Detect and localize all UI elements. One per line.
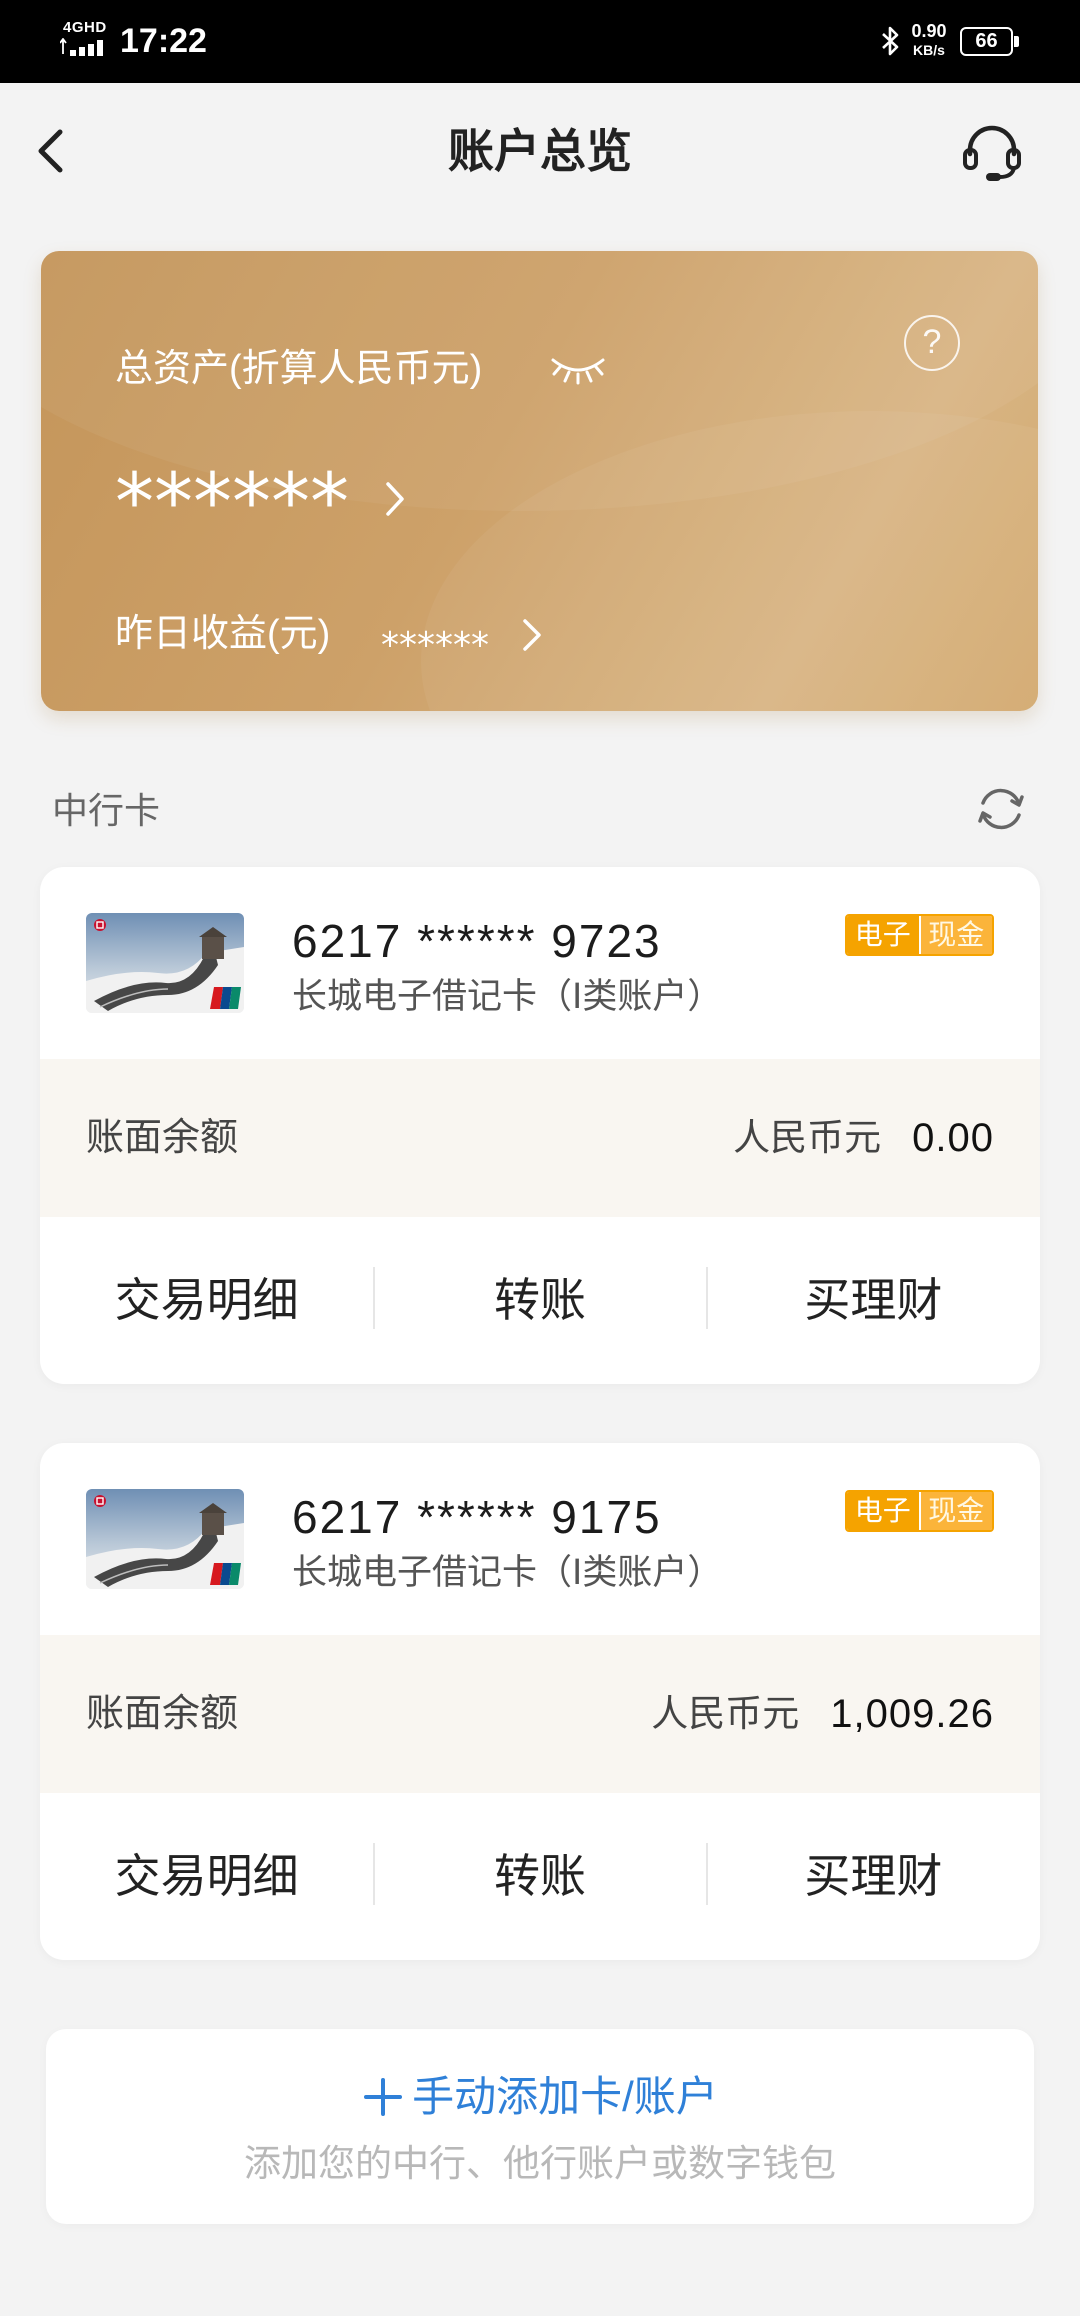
debit-card-image bbox=[86, 913, 244, 1013]
eye-closed-icon bbox=[551, 358, 605, 385]
chevron-right-icon bbox=[521, 617, 543, 653]
balance-label: 账面余额 bbox=[86, 1693, 239, 1735]
account-card: 6217 ****** 9723 长城电子借记卡（Ⅰ类账户） 电子 现金 账面余… bbox=[40, 867, 1040, 1384]
card-actions: 交易明细 转账 买理财 bbox=[40, 1217, 1040, 1384]
balance-row: 账面余额 人民币元 1,009.26 bbox=[40, 1635, 1040, 1793]
add-account-subtitle: 添加您的中行、他行账户或数字钱包 bbox=[244, 2143, 836, 2184]
balance-label: 账面余额 bbox=[86, 1117, 239, 1159]
refresh-button[interactable] bbox=[975, 783, 1027, 835]
help-icon[interactable]: ? bbox=[904, 315, 960, 371]
card-number: 6217 ****** 9723 bbox=[292, 915, 662, 967]
back-button[interactable] bbox=[34, 126, 74, 176]
card-type: 长城电子借记卡（Ⅰ类账户） bbox=[292, 1553, 723, 1592]
divider bbox=[706, 1267, 708, 1329]
plus-icon bbox=[364, 2078, 403, 2116]
divider bbox=[706, 1843, 708, 1905]
badge-right: 现金 bbox=[918, 916, 992, 954]
account-card: 6217 ****** 9175 长城电子借记卡（Ⅰ类账户） 电子 现金 账面余… bbox=[40, 1443, 1040, 1960]
status-bar: 4GHD 17:22 0.90 KB/s 66 bbox=[0, 0, 1080, 83]
balance-row: 账面余额 人民币元 0.00 bbox=[40, 1059, 1040, 1217]
currency-label: 人民币元 bbox=[733, 1117, 882, 1158]
buy-wealth-product-button[interactable]: 买理财 bbox=[707, 1217, 1040, 1384]
bluetooth-icon bbox=[880, 24, 902, 58]
badge-left: 电子 bbox=[847, 916, 919, 954]
total-assets-value: ****** bbox=[115, 458, 349, 548]
customer-service-button[interactable] bbox=[960, 120, 1024, 182]
network-speed-unit: KB/s bbox=[913, 42, 945, 58]
chevron-left-icon bbox=[38, 129, 63, 173]
add-account-button[interactable]: 手动添加卡/账户 添加您的中行、他行账户或数字钱包 bbox=[46, 2029, 1034, 2224]
e-cash-badge: 电子 现金 bbox=[845, 1490, 994, 1532]
add-account-title-row: 手动添加卡/账户 bbox=[46, 2073, 1034, 2121]
toggle-visibility-button[interactable] bbox=[549, 354, 607, 386]
yesterday-earnings-label: 昨日收益(元) bbox=[115, 613, 331, 655]
total-assets-card: 总资产(折算人民币元) ? ****** 昨日收益(元) ****** bbox=[41, 251, 1038, 711]
chevron-right-icon bbox=[384, 480, 406, 518]
currency-label: 人民币元 bbox=[651, 1693, 800, 1734]
battery-icon bbox=[1014, 36, 1019, 47]
divider bbox=[373, 1843, 375, 1905]
card-number: 6217 ****** 9175 bbox=[292, 1491, 662, 1543]
refresh-icon bbox=[978, 788, 1024, 830]
add-account-title: 手动添加卡/账户 bbox=[412, 2073, 718, 2120]
buy-wealth-product-button[interactable]: 买理财 bbox=[707, 1793, 1040, 1960]
balance-amount: 1,009.26 bbox=[830, 1692, 994, 1736]
battery-level: 66 bbox=[960, 27, 1013, 56]
headset-icon bbox=[963, 125, 1021, 181]
card-summary[interactable]: 6217 ****** 9723 长城电子借记卡（Ⅰ类账户） 电子 现金 bbox=[40, 867, 1040, 1059]
card-type: 长城电子借记卡（Ⅰ类账户） bbox=[292, 977, 723, 1016]
balance-value-group: 人民币元 1,009.26 bbox=[651, 1635, 994, 1793]
debit-card-image bbox=[86, 1489, 244, 1589]
transfer-button[interactable]: 转账 bbox=[373, 1793, 706, 1960]
card-actions: 交易明细 转账 买理财 bbox=[40, 1793, 1040, 1960]
yesterday-earnings-value: ****** bbox=[381, 625, 489, 666]
e-cash-badge: 电子 现金 bbox=[845, 914, 994, 956]
transaction-details-button[interactable]: 交易明细 bbox=[40, 1793, 373, 1960]
transaction-details-button[interactable]: 交易明细 bbox=[40, 1217, 373, 1384]
balance-amount: 0.00 bbox=[912, 1116, 994, 1160]
badge-left: 电子 bbox=[847, 1492, 919, 1530]
badge-right: 现金 bbox=[918, 1492, 992, 1530]
card-summary[interactable]: 6217 ****** 9175 长城电子借记卡（Ⅰ类账户） 电子 现金 bbox=[40, 1443, 1040, 1635]
network-speed: 0.90 bbox=[911, 21, 947, 41]
divider bbox=[373, 1267, 375, 1329]
section-title: 中行卡 bbox=[52, 790, 161, 831]
signal-icon bbox=[60, 38, 110, 58]
balance-value-group: 人民币元 0.00 bbox=[733, 1059, 994, 1217]
network-type: 4GHD bbox=[63, 19, 107, 36]
total-assets-label: 总资产(折算人民币元) bbox=[115, 348, 483, 390]
clock: 17:22 bbox=[120, 22, 207, 60]
transfer-button[interactable]: 转账 bbox=[373, 1217, 706, 1384]
page-title: 账户总览 bbox=[448, 125, 632, 177]
